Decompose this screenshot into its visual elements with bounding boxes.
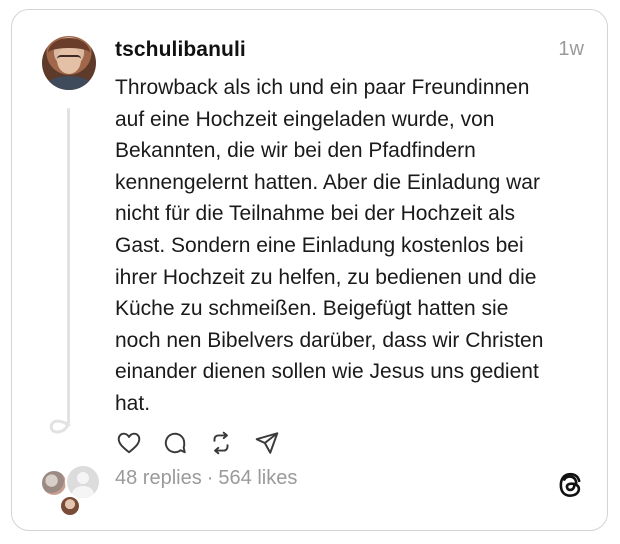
replies-count[interactable]: 48 replies [115, 467, 202, 489]
default-user-icon [77, 472, 89, 484]
thread-line [67, 108, 70, 424]
heart-icon [117, 432, 141, 454]
send-icon [255, 432, 279, 454]
post-actions [115, 429, 281, 457]
repost-button[interactable] [207, 429, 235, 457]
post-text: Throwback als ich und ein paar Freundinn… [115, 72, 585, 420]
thread-curl-icon [49, 416, 70, 434]
share-button[interactable] [253, 429, 281, 457]
stats-separator: · [206, 467, 214, 489]
avatar-shirt [46, 76, 92, 90]
post-text-line: Throwback als ich und ein paar Freundinn… [115, 76, 530, 99]
replier-avatar [59, 495, 81, 517]
like-button[interactable] [115, 429, 143, 457]
post-text-line: einander dienen sollen wie Jesus uns ged… [115, 360, 539, 384]
repost-icon [213, 431, 229, 455]
author-avatar[interactable] [42, 36, 96, 90]
replier-avatar [40, 469, 68, 497]
post-text-line: hat. [115, 391, 151, 415]
post-text-line: kennengelernt hatten. Aber die Einladung… [115, 170, 540, 194]
post-text-line: auf eine Hochzeit eingeladen wurde, von [115, 107, 495, 131]
likes-count[interactable]: 564 likes [218, 467, 297, 489]
post-text-line: Küche zu schmeißen. Beigefügt hatten sie [115, 297, 509, 321]
post-text-line: Gast. Sondern eine Einladung kostenlos b… [115, 233, 524, 257]
avatar-glasses [57, 55, 81, 64]
post-timestamp: 1w [558, 38, 584, 60]
author-username[interactable]: tschulibanuli [115, 38, 246, 62]
post-text-line: nicht für die Teilnahme bei der Hochzeit… [115, 202, 515, 226]
post-stats: 48 replies · 564 likes [115, 467, 297, 490]
reply-button[interactable] [161, 429, 189, 457]
comment-icon [164, 432, 186, 454]
threads-logo-icon[interactable] [557, 471, 583, 499]
post-text-line: ihrer Hochzeit zu helfen, zu bedienen un… [115, 265, 537, 289]
post-text-line: Bekannten, die wir bei den Pfadfindern [115, 139, 476, 163]
post-text-line: noch nen Bibelvers darüber, dass wir Chr… [115, 328, 544, 352]
replier-avatars[interactable] [38, 462, 101, 518]
